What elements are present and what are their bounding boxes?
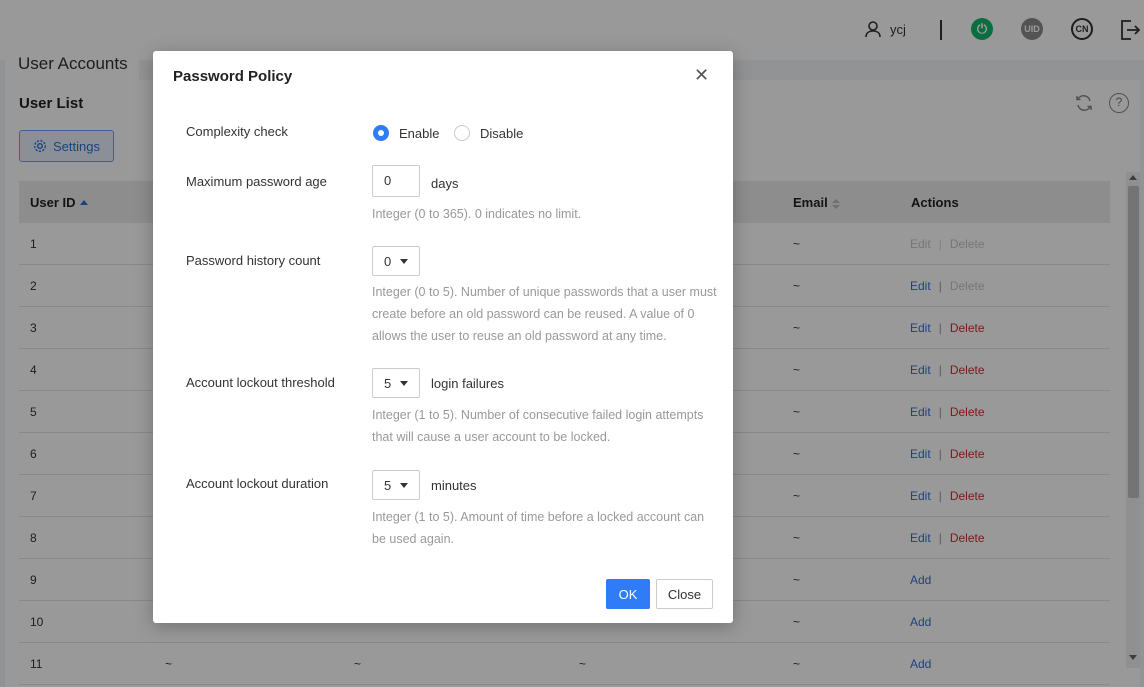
chevron-down-icon	[400, 483, 408, 488]
lockout-threshold-value: 5	[384, 376, 392, 391]
password-policy-dialog: Password Policy ✕ Complexity check Enabl…	[153, 51, 733, 623]
complexity-label: Complexity check	[186, 124, 288, 139]
radio-checked-icon	[373, 125, 389, 141]
lockout-duration-unit: minutes	[431, 478, 477, 493]
radio-enable-label: Enable	[399, 125, 440, 141]
lockout-duration-value: 5	[384, 478, 392, 493]
history-select[interactable]: 0	[372, 246, 420, 276]
close-icon[interactable]: ✕	[694, 65, 709, 86]
lockout-threshold-unit: login failures	[431, 376, 504, 391]
max-age-unit: days	[431, 176, 459, 191]
max-age-input[interactable]: 0	[372, 165, 420, 197]
lockout-duration-hint: Integer (1 to 5). Amount of time before …	[372, 510, 705, 546]
history-value: 0	[384, 254, 392, 269]
radio-disable[interactable]: Disable	[454, 125, 523, 141]
lockout-duration-select[interactable]: 5	[372, 470, 420, 500]
lockout-threshold-label: Account lockout threshold	[186, 375, 335, 390]
history-hint: Integer (0 to 5). Number of unique passw…	[372, 285, 717, 343]
lockout-threshold-hint: Integer (1 to 5). Number of consecutive …	[372, 408, 704, 444]
max-age-hint: Integer (0 to 365). 0 indicates no limit…	[372, 207, 582, 221]
lockout-threshold-select[interactable]: 5	[372, 368, 420, 398]
max-age-label: Maximum password age	[186, 174, 327, 189]
dialog-title: Password Policy	[173, 68, 293, 85]
ok-button[interactable]: OK	[606, 579, 650, 609]
radio-disable-label: Disable	[480, 125, 524, 141]
history-label: Password history count	[186, 253, 321, 268]
radio-unchecked-icon	[454, 125, 470, 141]
lockout-duration-label: Account lockout duration	[186, 476, 329, 491]
chevron-down-icon	[400, 381, 408, 386]
chevron-down-icon	[400, 259, 408, 264]
radio-enable[interactable]: Enable	[373, 125, 439, 141]
close-button[interactable]: Close	[656, 579, 713, 609]
